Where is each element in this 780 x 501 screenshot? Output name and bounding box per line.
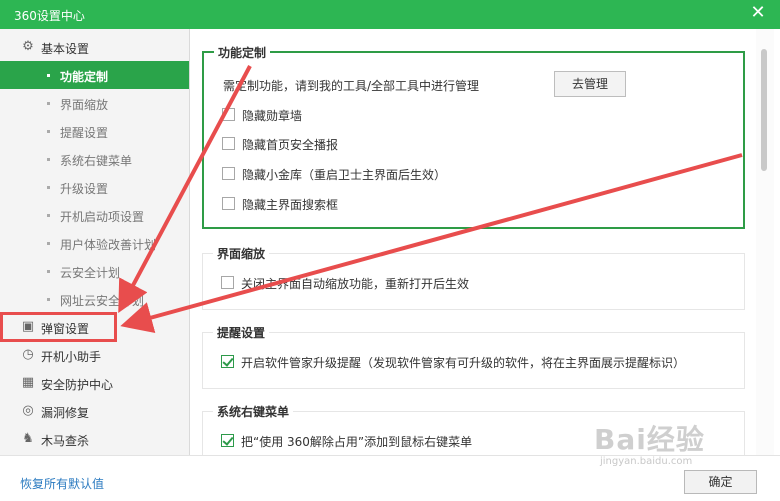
restore-defaults-link[interactable]: 恢复所有默认值 (20, 475, 104, 492)
checkbox[interactable] (221, 355, 234, 368)
sidebar-group-boot-assistant[interactable]: ◷ 开机小助手 (0, 341, 189, 369)
bullet-icon (47, 102, 50, 105)
option-label: 隐藏小金库（重启卫士主界面后生效） (242, 168, 447, 182)
option-label: 把“使用 360解除占用”添加到鼠标右键菜单 (241, 435, 473, 449)
checkbox[interactable] (222, 108, 235, 121)
manage-button[interactable]: 去管理 (554, 71, 626, 97)
option-hide-vault[interactable]: 隐藏小金库（重启卫士主界面后生效） (222, 167, 522, 183)
section-description: 需定制功能，请到我的工具/全部工具中进行管理 (223, 79, 480, 93)
option-label: 隐藏主界面搜索框 (242, 198, 339, 212)
checkbox[interactable] (221, 276, 234, 289)
gear-icon: ⚙ (22, 39, 34, 54)
bullet-icon (47, 270, 50, 273)
sidebar-item-label: 提醒设置 (60, 126, 109, 140)
sidebar-group-basic-settings[interactable]: ⚙ 基本设置 (0, 33, 189, 61)
checkbox[interactable] (222, 167, 235, 180)
clock-icon: ◷ (22, 347, 34, 362)
bullet-icon (47, 158, 50, 161)
bullet-icon (47, 186, 50, 189)
option-add-unlocker-menu[interactable]: 把“使用 360解除占用”添加到鼠标右键菜单 (221, 434, 621, 450)
section-ui-scale: 界面缩放 关闭主界面自动缩放功能，重新打开后生效 (202, 245, 745, 310)
title-bar: 360设置中心 ✕ (0, 0, 780, 29)
sidebar-group-trojan-scan[interactable]: ♞ 木马查杀 (0, 425, 189, 453)
sidebar-group-label: 漏洞修复 (41, 406, 90, 420)
bullet-icon (47, 242, 50, 245)
sidebar-item-label: 功能定制 (60, 70, 109, 84)
sidebar-item-cloud-security[interactable]: 云安全计划 (0, 257, 189, 285)
sidebar-item-label: 系统右键菜单 (60, 154, 133, 168)
window-title: 360设置中心 (14, 9, 85, 23)
settings-content: 功能定制 需定制功能，请到我的工具/全部工具中进行管理 去管理 隐藏勋章墙 隐藏… (190, 29, 756, 455)
sidebar-item-reminder[interactable]: 提醒设置 (0, 117, 189, 145)
sidebar-item-label: 用户体验改善计划 (60, 238, 157, 252)
sidebar-item-label: 界面缩放 (60, 98, 109, 112)
checkbox[interactable] (221, 434, 234, 447)
watermark-url: jingyan.baidu.com (600, 456, 693, 467)
close-icon[interactable]: ✕ (748, 3, 768, 23)
sidebar-item-ux-plan[interactable]: 用户体验改善计划 (0, 229, 189, 257)
bullet-icon (47, 74, 50, 77)
sidebar-item-label: 网址云安全计划 (60, 294, 145, 308)
sidebar-group-security-center[interactable]: ▦ 安全防护中心 (0, 369, 189, 397)
sidebar-item-label: 开机启动项设置 (60, 210, 145, 224)
checkbox[interactable] (222, 137, 235, 150)
option-hide-medal-wall[interactable]: 隐藏勋章墙 (222, 108, 522, 124)
bullet-icon (47, 214, 50, 217)
sidebar: ⚙ 基本设置 功能定制 界面缩放 提醒设置 系统右键菜单 升级设置 开机启动项设… (0, 29, 190, 455)
option-hide-home-broadcast[interactable]: 隐藏首页安全播报 (222, 137, 522, 153)
popup-settings-highlight-box (0, 312, 117, 342)
section-title: 界面缩放 (213, 245, 270, 262)
sidebar-item-ui-scale[interactable]: 界面缩放 (0, 89, 189, 117)
sidebar-item-startup[interactable]: 开机启动项设置 (0, 201, 189, 229)
scroll-thumb[interactable] (761, 49, 767, 171)
section-title: 功能定制 (214, 44, 271, 61)
bullet-icon (47, 130, 50, 133)
option-label: 隐藏首页安全播报 (242, 138, 339, 152)
option-hide-search-box[interactable]: 隐藏主界面搜索框 (222, 197, 522, 213)
checkbox[interactable] (222, 197, 235, 210)
bullet-icon (47, 298, 50, 301)
sidebar-group-label: 基本设置 (41, 42, 90, 56)
sidebar-item-feature-custom[interactable]: 功能定制 (0, 61, 189, 89)
option-disable-auto-scale[interactable]: 关闭主界面自动缩放功能，重新打开后生效 (221, 276, 621, 292)
section-title: 提醒设置 (213, 324, 270, 341)
sidebar-group-patch[interactable]: ◎ 漏洞修复 (0, 397, 189, 425)
sidebar-group-label: 安全防护中心 (41, 378, 114, 392)
sidebar-group-label: 开机小助手 (41, 350, 102, 364)
grid-icon: ▦ (21, 375, 35, 390)
patch-icon: ◎ (22, 403, 34, 418)
section-title: 系统右键菜单 (213, 403, 294, 420)
section-feature-custom: 功能定制 需定制功能，请到我的工具/全部工具中进行管理 去管理 隐藏勋章墙 隐藏… (202, 44, 745, 229)
watermark: Bai经验 jingyan.baidu.com (594, 418, 744, 476)
sidebar-group-label: 木马查杀 (41, 434, 90, 448)
sidebar-item-label: 升级设置 (60, 182, 109, 196)
watermark-logo: Bai经验 (594, 423, 705, 456)
option-label: 隐藏勋章墙 (242, 109, 303, 123)
sidebar-item-label: 云安全计划 (60, 266, 121, 280)
scrollbar[interactable] (756, 29, 774, 455)
sidebar-item-url-cloud-security[interactable]: 网址云安全计划 (0, 285, 189, 313)
option-label: 关闭主界面自动缩放功能，重新打开后生效 (241, 277, 470, 291)
sidebar-item-context-menu[interactable]: 系统右键菜单 (0, 145, 189, 173)
option-softmgr-upgrade-reminder[interactable]: 开启软件管家升级提醒（发现软件管家有可升级的软件，将在主界面展示提醒标识） (221, 355, 741, 371)
section-reminder: 提醒设置 开启软件管家升级提醒（发现软件管家有可升级的软件，将在主界面展示提醒标… (202, 324, 745, 389)
horse-icon: ♞ (22, 431, 34, 446)
sidebar-item-upgrade[interactable]: 升级设置 (0, 173, 189, 201)
option-label: 开启软件管家升级提醒（发现软件管家有可升级的软件，将在主界面展示提醒标识） (241, 356, 686, 370)
